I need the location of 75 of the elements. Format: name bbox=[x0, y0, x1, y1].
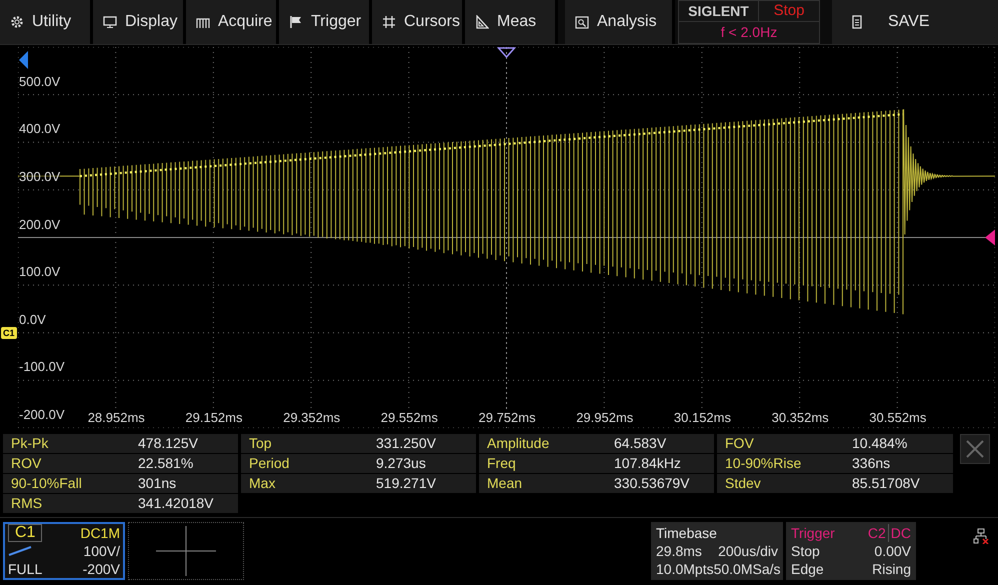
measurement-name: Top bbox=[241, 434, 368, 453]
measurement-name: 90-10%Fall bbox=[3, 474, 130, 493]
grid-icon bbox=[382, 15, 396, 29]
menu-button[interactable]: Utility bbox=[0, 0, 93, 44]
flag-icon bbox=[289, 15, 303, 29]
offset-marker[interactable] bbox=[19, 51, 28, 69]
magnifier-document-icon bbox=[575, 15, 589, 29]
trigger-slope: Rising bbox=[872, 560, 911, 578]
menu-button[interactable]: Cursors bbox=[372, 0, 465, 44]
measurement-value: 336ns bbox=[844, 454, 953, 473]
network-disconnected-icon bbox=[973, 528, 989, 544]
close-button[interactable] bbox=[960, 434, 990, 464]
vertical-scale: 100V/ bbox=[83, 542, 120, 560]
trigger-position-marker[interactable] bbox=[496, 47, 516, 58]
channel-panel[interactable]: C1 DC1M 100V/ FULL -200V bbox=[3, 522, 125, 580]
coupling-label: DC1M bbox=[80, 524, 120, 542]
channel-name: C1 bbox=[8, 524, 42, 542]
menu-button[interactable]: Acquire bbox=[186, 0, 279, 44]
offset-label: -200V bbox=[82, 560, 120, 578]
menu-button[interactable]: Analysis bbox=[565, 0, 675, 44]
measurement-value: 519.271V bbox=[368, 474, 476, 493]
slope-line-icon bbox=[8, 546, 32, 556]
gear-icon bbox=[10, 15, 24, 29]
measurement-value: 85.51708V bbox=[844, 474, 953, 493]
time-label: 29.752ms bbox=[478, 409, 536, 427]
measurement-name: Max bbox=[241, 474, 368, 493]
measurement-value: 301ns bbox=[130, 474, 238, 493]
measurement-value: 64.583V bbox=[606, 434, 714, 453]
crosshair-icon bbox=[156, 526, 216, 576]
measurement-name: Pk-Pk bbox=[3, 434, 130, 453]
triangle-ruler-icon bbox=[475, 15, 489, 29]
measurement-value: 22.581% bbox=[130, 454, 238, 473]
timebase-scale: 200us/div bbox=[718, 542, 778, 560]
measurement-value: 341.42018V bbox=[130, 494, 238, 513]
measurement-value: 107.84kHz bbox=[606, 454, 714, 473]
measurement-name: Stdev bbox=[717, 474, 844, 493]
channel-tag: C1 bbox=[1, 327, 17, 339]
measurement-name: ROV bbox=[3, 454, 130, 473]
timebase-panel[interactable]: Timebase 29.8ms 200us/div 10.0Mpts50.0MSa/s bbox=[651, 522, 783, 580]
monitor-icon bbox=[103, 15, 117, 29]
measurement-value: 330.53679V bbox=[606, 474, 714, 493]
measurement-value: 9.273us bbox=[368, 454, 476, 473]
measurement-value: 331.250V bbox=[368, 434, 476, 453]
bandwidth-label: FULL bbox=[8, 560, 42, 578]
trigger-title: Trigger bbox=[791, 524, 835, 542]
brand-label: SIGLENT bbox=[679, 1, 759, 21]
close-icon bbox=[965, 439, 985, 459]
measurement-value: 478.125V bbox=[130, 434, 238, 453]
measurement-name: Period bbox=[241, 454, 368, 473]
run-state: Stop bbox=[772, 1, 806, 21]
trigger-type: Edge bbox=[791, 560, 824, 578]
measurement-name: Mean bbox=[479, 474, 606, 493]
memory-depth: 10.0Mpts bbox=[656, 560, 714, 578]
empty-channel-slot[interactable] bbox=[128, 522, 244, 580]
trigger-coupling: DC bbox=[888, 524, 911, 542]
trigger-frequency: f < 2.0Hz bbox=[720, 23, 778, 40]
menu-button[interactable]: Trigger bbox=[279, 0, 372, 44]
measurement-name: RMS bbox=[3, 494, 130, 513]
menu-button[interactable]: Meas bbox=[465, 0, 558, 44]
menu-button[interactable]: Display bbox=[93, 0, 186, 44]
sample-rate: 50.0MSa/s bbox=[714, 560, 781, 578]
measurement-name: 10-90%Rise bbox=[717, 454, 844, 473]
save-button[interactable]: SAVE bbox=[832, 0, 998, 44]
timebase-title: Timebase bbox=[656, 524, 718, 542]
trigger-panel[interactable]: Trigger C2 DC Stop 0.00V Edge Rising bbox=[786, 522, 916, 580]
measurement-name: Amplitude bbox=[479, 434, 606, 453]
document-icon bbox=[850, 15, 864, 29]
trigger-level-marker[interactable] bbox=[985, 230, 995, 246]
measurement-name: FOV bbox=[717, 434, 844, 453]
trigger-level: 0.00V bbox=[874, 542, 911, 560]
delay-value: 29.8ms bbox=[656, 542, 702, 560]
trigger-state: Stop bbox=[791, 542, 820, 560]
measurement-value: 10.484% bbox=[844, 434, 953, 453]
trigger-source: C2 bbox=[868, 524, 886, 542]
measurement-name: Freq bbox=[479, 454, 606, 473]
